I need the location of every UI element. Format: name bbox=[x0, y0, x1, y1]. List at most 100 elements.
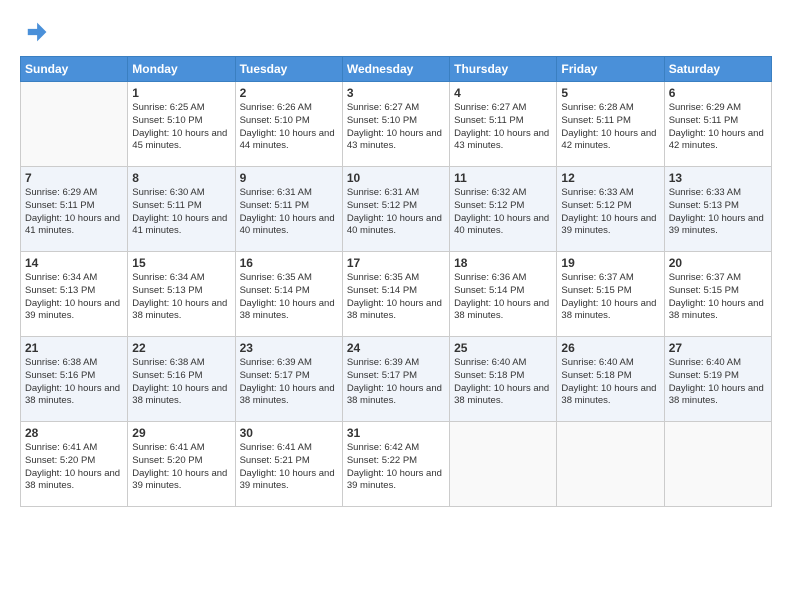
day-number: 24 bbox=[347, 341, 445, 355]
day-info: Sunrise: 6:34 AMSunset: 5:13 PMDaylight:… bbox=[132, 272, 230, 323]
day-info: Sunrise: 6:28 AMSunset: 5:11 PMDaylight:… bbox=[561, 102, 659, 153]
page: Sunday Monday Tuesday Wednesday Thursday… bbox=[0, 0, 792, 612]
day-number: 27 bbox=[669, 341, 767, 355]
day-info: Sunrise: 6:32 AMSunset: 5:12 PMDaylight:… bbox=[454, 187, 552, 238]
day-cell: 18 Sunrise: 6:36 AMSunset: 5:14 PMDayligh… bbox=[450, 252, 557, 337]
day-cell: 10 Sunrise: 6:31 AMSunset: 5:12 PMDayligh… bbox=[342, 167, 449, 252]
day-number: 19 bbox=[561, 256, 659, 270]
day-info: Sunrise: 6:39 AMSunset: 5:17 PMDaylight:… bbox=[240, 357, 338, 408]
day-cell: 6 Sunrise: 6:29 AMSunset: 5:11 PMDaylight… bbox=[664, 82, 771, 167]
day-info: Sunrise: 6:35 AMSunset: 5:14 PMDaylight:… bbox=[347, 272, 445, 323]
day-number: 22 bbox=[132, 341, 230, 355]
day-cell: 20 Sunrise: 6:37 AMSunset: 5:15 PMDayligh… bbox=[664, 252, 771, 337]
day-info: Sunrise: 6:36 AMSunset: 5:14 PMDaylight:… bbox=[454, 272, 552, 323]
day-number: 25 bbox=[454, 341, 552, 355]
day-info: Sunrise: 6:30 AMSunset: 5:11 PMDaylight:… bbox=[132, 187, 230, 238]
day-number: 17 bbox=[347, 256, 445, 270]
day-cell: 31 Sunrise: 6:42 AMSunset: 5:22 PMDayligh… bbox=[342, 422, 449, 507]
day-cell: 17 Sunrise: 6:35 AMSunset: 5:14 PMDayligh… bbox=[342, 252, 449, 337]
day-cell bbox=[21, 82, 128, 167]
header bbox=[20, 18, 772, 46]
day-cell: 14 Sunrise: 6:34 AMSunset: 5:13 PMDayligh… bbox=[21, 252, 128, 337]
week-row-3: 14 Sunrise: 6:34 AMSunset: 5:13 PMDayligh… bbox=[21, 252, 772, 337]
day-info: Sunrise: 6:41 AMSunset: 5:21 PMDaylight:… bbox=[240, 442, 338, 493]
week-row-2: 7Sunrise: 6:29 AMSunset: 5:11 PMDaylight… bbox=[21, 167, 772, 252]
day-info: Sunrise: 6:42 AMSunset: 5:22 PMDaylight:… bbox=[347, 442, 445, 493]
header-row: Sunday Monday Tuesday Wednesday Thursday… bbox=[21, 57, 772, 82]
day-number: 28 bbox=[25, 426, 123, 440]
day-info: Sunrise: 6:31 AMSunset: 5:12 PMDaylight:… bbox=[347, 187, 445, 238]
day-cell: 22Sunrise: 6:38 AMSunset: 5:16 PMDayligh… bbox=[128, 337, 235, 422]
logo-icon bbox=[20, 18, 48, 46]
day-cell: 4 Sunrise: 6:27 AMSunset: 5:11 PMDaylight… bbox=[450, 82, 557, 167]
day-info: Sunrise: 6:40 AMSunset: 5:19 PMDaylight:… bbox=[669, 357, 767, 408]
day-info: Sunrise: 6:39 AMSunset: 5:17 PMDaylight:… bbox=[347, 357, 445, 408]
col-friday: Friday bbox=[557, 57, 664, 82]
day-info: Sunrise: 6:40 AMSunset: 5:18 PMDaylight:… bbox=[454, 357, 552, 408]
day-info: Sunrise: 6:34 AMSunset: 5:13 PMDaylight:… bbox=[25, 272, 123, 323]
col-sunday: Sunday bbox=[21, 57, 128, 82]
week-row-4: 21 Sunrise: 6:38 AMSunset: 5:16 PMDayligh… bbox=[21, 337, 772, 422]
day-info: Sunrise: 6:41 AMSunset: 5:20 PMDaylight:… bbox=[132, 442, 230, 493]
day-cell: 19 Sunrise: 6:37 AMSunset: 5:15 PMDayligh… bbox=[557, 252, 664, 337]
day-info: Sunrise: 6:33 AMSunset: 5:12 PMDaylight:… bbox=[561, 187, 659, 238]
day-number: 10 bbox=[347, 171, 445, 185]
day-info: Sunrise: 6:31 AMSunset: 5:11 PMDaylight:… bbox=[240, 187, 338, 238]
day-number: 21 bbox=[25, 341, 123, 355]
day-info: Sunrise: 6:33 AMSunset: 5:13 PMDaylight:… bbox=[669, 187, 767, 238]
day-info: Sunrise: 6:40 AMSunset: 5:18 PMDaylight:… bbox=[561, 357, 659, 408]
day-number: 6 bbox=[669, 86, 767, 100]
day-number: 31 bbox=[347, 426, 445, 440]
day-number: 5 bbox=[561, 86, 659, 100]
day-info: Sunrise: 6:27 AMSunset: 5:11 PMDaylight:… bbox=[454, 102, 552, 153]
day-cell: 16 Sunrise: 6:35 AMSunset: 5:14 PMDayligh… bbox=[235, 252, 342, 337]
day-cell: 2Sunrise: 6:26 AMSunset: 5:10 PMDaylight… bbox=[235, 82, 342, 167]
day-cell: 30 Sunrise: 6:41 AMSunset: 5:21 PMDayligh… bbox=[235, 422, 342, 507]
calendar-body: 1Sunrise: 6:25 AMSunset: 5:10 PMDaylight… bbox=[21, 82, 772, 507]
day-number: 4 bbox=[454, 86, 552, 100]
day-cell: 26 Sunrise: 6:40 AMSunset: 5:18 PMDayligh… bbox=[557, 337, 664, 422]
col-wednesday: Wednesday bbox=[342, 57, 449, 82]
day-number: 26 bbox=[561, 341, 659, 355]
day-info: Sunrise: 6:41 AMSunset: 5:20 PMDaylight:… bbox=[25, 442, 123, 493]
day-number: 13 bbox=[669, 171, 767, 185]
week-row-1: 1Sunrise: 6:25 AMSunset: 5:10 PMDaylight… bbox=[21, 82, 772, 167]
day-number: 23 bbox=[240, 341, 338, 355]
day-number: 20 bbox=[669, 256, 767, 270]
logo bbox=[20, 18, 50, 46]
day-info: Sunrise: 6:29 AMSunset: 5:11 PMDaylight:… bbox=[669, 102, 767, 153]
day-info: Sunrise: 6:38 AMSunset: 5:16 PMDaylight:… bbox=[25, 357, 123, 408]
day-number: 11 bbox=[454, 171, 552, 185]
col-saturday: Saturday bbox=[664, 57, 771, 82]
day-info: Sunrise: 6:37 AMSunset: 5:15 PMDaylight:… bbox=[561, 272, 659, 323]
day-cell: 24 Sunrise: 6:39 AMSunset: 5:17 PMDayligh… bbox=[342, 337, 449, 422]
week-row-5: 28 Sunrise: 6:41 AMSunset: 5:20 PMDayligh… bbox=[21, 422, 772, 507]
day-cell: 13 Sunrise: 6:33 AMSunset: 5:13 PMDayligh… bbox=[664, 167, 771, 252]
day-number: 9 bbox=[240, 171, 338, 185]
day-cell: 8Sunrise: 6:30 AMSunset: 5:11 PMDaylight… bbox=[128, 167, 235, 252]
day-cell: 12 Sunrise: 6:33 AMSunset: 5:12 PMDayligh… bbox=[557, 167, 664, 252]
day-cell: 7Sunrise: 6:29 AMSunset: 5:11 PMDaylight… bbox=[21, 167, 128, 252]
day-cell: 28 Sunrise: 6:41 AMSunset: 5:20 PMDayligh… bbox=[21, 422, 128, 507]
day-number: 16 bbox=[240, 256, 338, 270]
day-number: 12 bbox=[561, 171, 659, 185]
day-number: 15 bbox=[132, 256, 230, 270]
day-info: Sunrise: 6:37 AMSunset: 5:15 PMDaylight:… bbox=[669, 272, 767, 323]
day-info: Sunrise: 6:25 AMSunset: 5:10 PMDaylight:… bbox=[132, 102, 230, 153]
day-cell bbox=[664, 422, 771, 507]
day-cell: 25 Sunrise: 6:40 AMSunset: 5:18 PMDayligh… bbox=[450, 337, 557, 422]
col-thursday: Thursday bbox=[450, 57, 557, 82]
day-cell: 9 Sunrise: 6:31 AMSunset: 5:11 PMDaylight… bbox=[235, 167, 342, 252]
calendar-table: Sunday Monday Tuesday Wednesday Thursday… bbox=[20, 56, 772, 507]
day-number: 18 bbox=[454, 256, 552, 270]
col-tuesday: Tuesday bbox=[235, 57, 342, 82]
col-monday: Monday bbox=[128, 57, 235, 82]
day-number: 30 bbox=[240, 426, 338, 440]
day-number: 29 bbox=[132, 426, 230, 440]
day-number: 14 bbox=[25, 256, 123, 270]
calendar-header: Sunday Monday Tuesday Wednesday Thursday… bbox=[21, 57, 772, 82]
day-number: 2 bbox=[240, 86, 338, 100]
day-cell bbox=[557, 422, 664, 507]
day-info: Sunrise: 6:35 AMSunset: 5:14 PMDaylight:… bbox=[240, 272, 338, 323]
day-cell bbox=[450, 422, 557, 507]
